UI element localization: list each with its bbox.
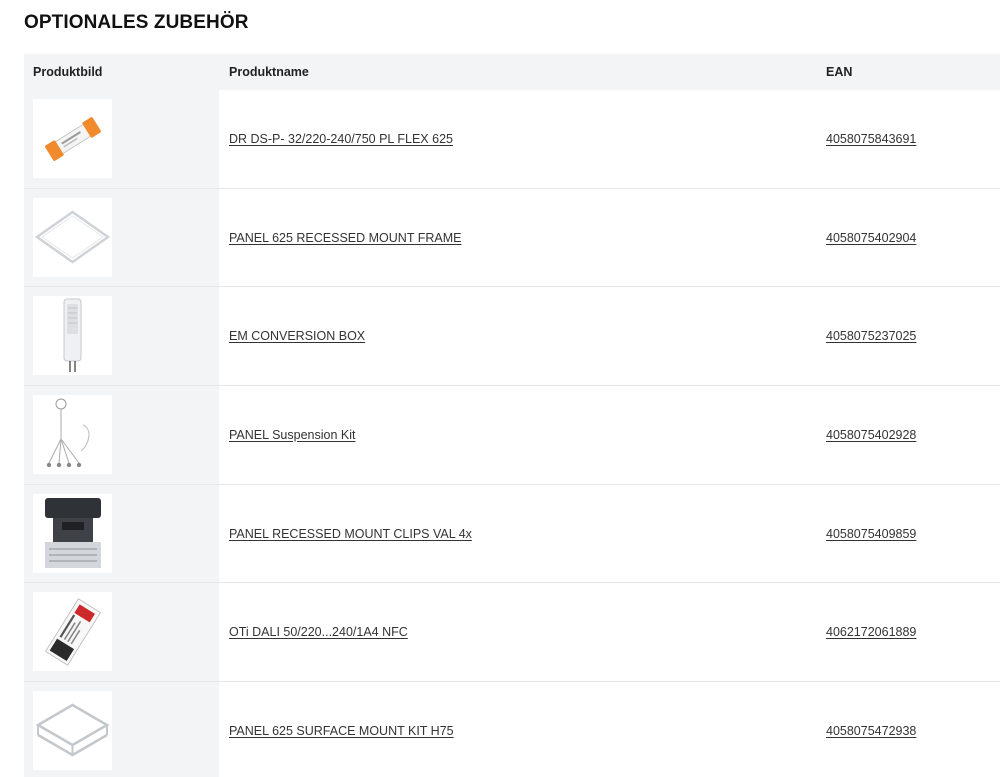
ean-link[interactable]: 4058075237025	[826, 329, 916, 343]
product-name-link[interactable]: DR DS-P- 32/220-240/750 PL FLEX 625	[229, 132, 453, 146]
product-name-link[interactable]: PANEL 625 SURFACE MOUNT KIT H75	[229, 724, 454, 738]
ean-link[interactable]: 4062172061889	[826, 625, 916, 639]
ean-link[interactable]: 4058075402904	[826, 231, 916, 245]
header-product-image: Produktbild	[33, 65, 103, 79]
ean-link[interactable]: 4058075843691	[826, 132, 916, 146]
page-title: OPTIONALES ZUBEHÖR	[24, 12, 249, 33]
header-product-name: Produktname	[229, 65, 309, 79]
table-row: PANEL RECESSED MOUNT CLIPS VAL 4x 405807…	[24, 484, 1000, 584]
table-row: PANEL 625 RECESSED MOUNT FRAME 405807540…	[24, 188, 1000, 288]
product-name-link[interactable]: PANEL 625 RECESSED MOUNT FRAME	[229, 231, 461, 245]
product-thumbnail[interactable]	[33, 197, 112, 277]
ean-link[interactable]: 4058075409859	[826, 527, 916, 541]
product-thumbnail[interactable]	[33, 592, 112, 672]
header-ean: EAN	[826, 65, 853, 79]
table-row: PANEL 625 SURFACE MOUNT KIT H75 40580754…	[24, 682, 1000, 777]
product-thumbnail[interactable]	[33, 691, 112, 771]
product-name-link[interactable]: EM CONVERSION BOX	[229, 329, 365, 343]
product-name-link[interactable]: OTi DALI 50/220...240/1A4 NFC	[229, 625, 408, 639]
table-header: Produktbild Produktname EAN	[24, 54, 1000, 90]
product-thumbnail[interactable]	[33, 296, 112, 376]
table-row: PANEL Suspension Kit 4058075402928	[24, 386, 1000, 485]
product-name-link[interactable]: PANEL RECESSED MOUNT CLIPS VAL 4x	[229, 527, 472, 541]
table-row: EM CONVERSION BOX 4058075237025	[24, 287, 1000, 387]
table-row: OTi DALI 50/220...240/1A4 NFC 4062172061…	[24, 583, 1000, 683]
ean-link[interactable]: 4058075402928	[826, 428, 916, 442]
product-thumbnail[interactable]	[33, 493, 112, 573]
table-row: DR DS-P- 32/220-240/750 PL FLEX 625 4058…	[24, 90, 1000, 189]
ean-link[interactable]: 4058075472938	[826, 724, 916, 738]
product-thumbnail[interactable]	[33, 395, 112, 475]
product-name-link[interactable]: PANEL Suspension Kit	[229, 428, 355, 442]
accessories-table: Produktbild Produktname EAN DR DS-P- 32/…	[24, 54, 1000, 777]
product-thumbnail[interactable]	[33, 99, 112, 178]
